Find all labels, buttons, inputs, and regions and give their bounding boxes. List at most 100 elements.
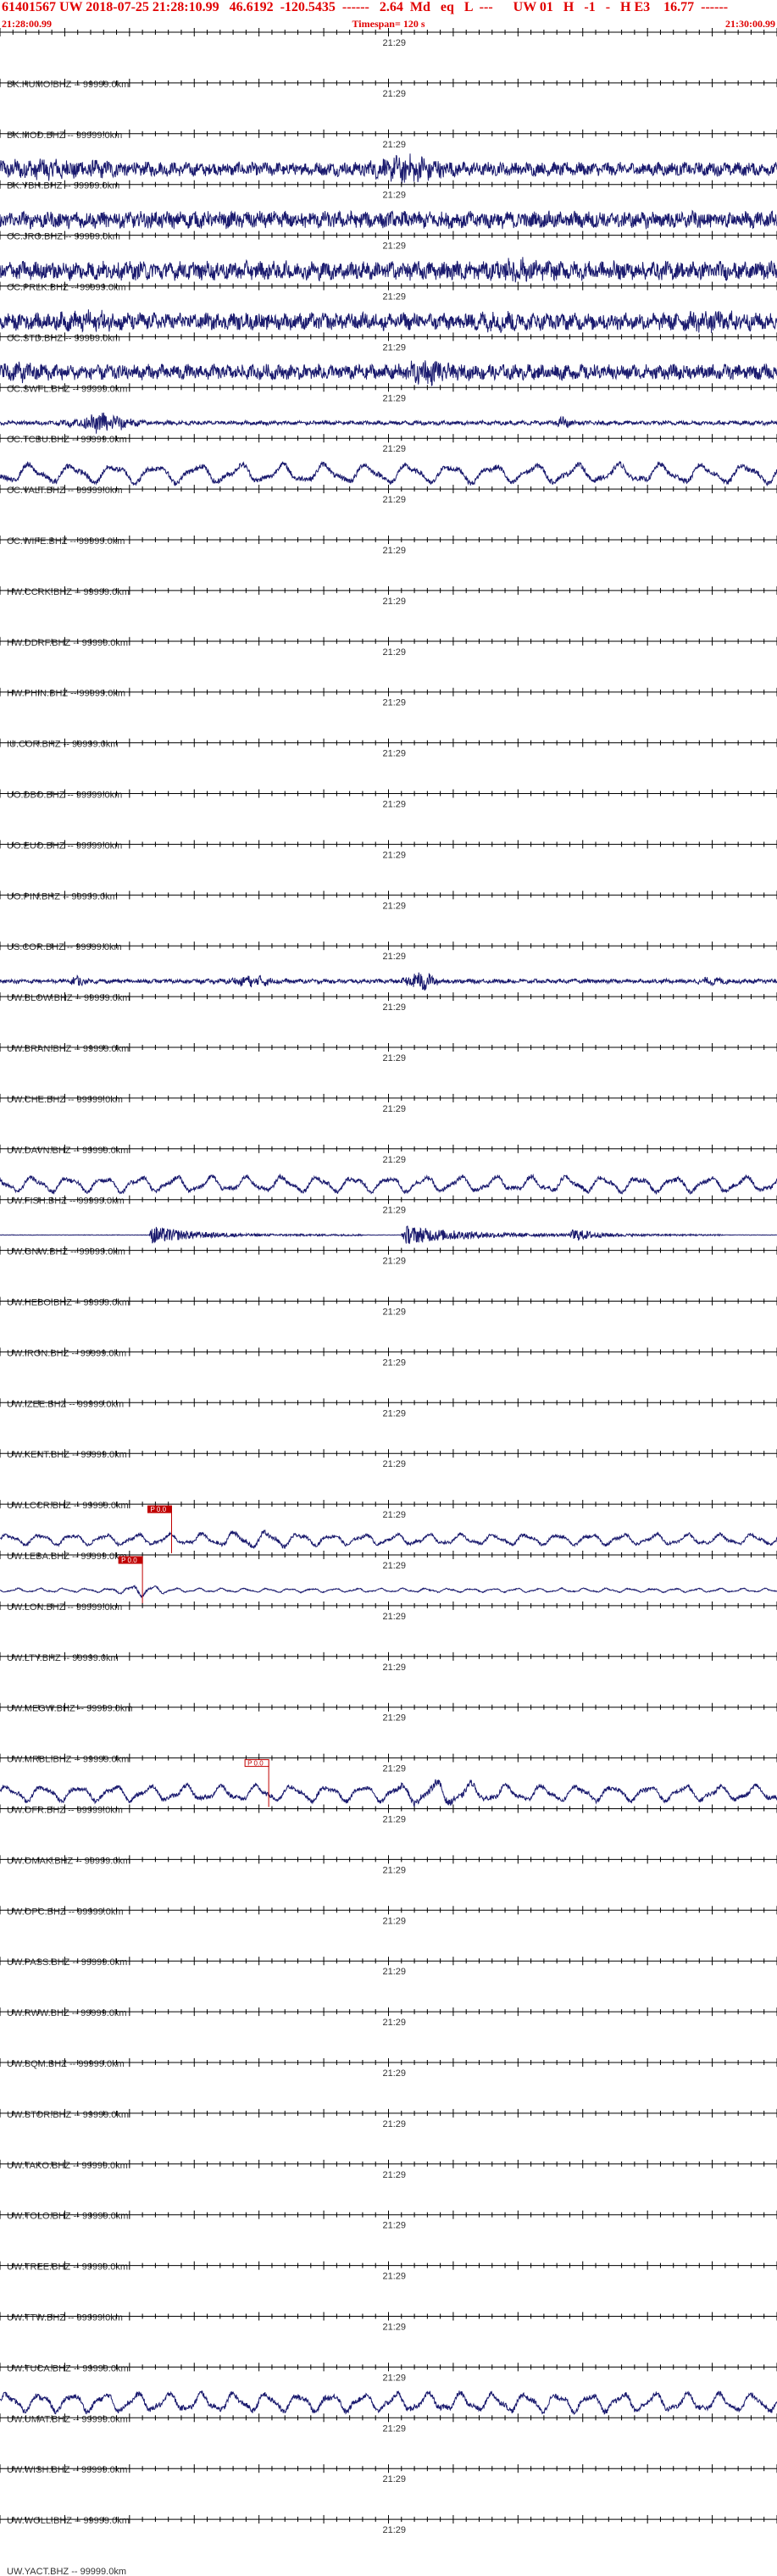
station-label: CC.PRLK.BHZ -- 99999.0km: [7, 283, 126, 293]
tick-label: 21:29: [383, 1002, 407, 1013]
station-label: UW.STOR.BHZ -- 99999.0km: [7, 2110, 129, 2120]
tick-label: 21:29: [383, 495, 407, 505]
station-label: UW.PASS.BHZ -- 99999.0km: [7, 1957, 127, 1968]
waveform-trace: [0, 1225, 777, 1245]
station-label: CC.WIFE.BHZ -- 99999.0km: [7, 536, 125, 547]
tick-label: 21:29: [383, 38, 407, 48]
tick-label: 21:29: [383, 2119, 407, 2129]
waveform-trace: [0, 257, 777, 283]
waveform-trace: [0, 1529, 777, 1549]
station-label: UW.FISH.BHZ -- 99999.0km: [7, 1196, 125, 1207]
tick-label: 21:29: [383, 1713, 407, 1724]
waveform-trace: [0, 1173, 777, 1195]
station-label: UW.BRAN.BHZ -- 99999.0km: [7, 1044, 129, 1054]
station-label: UW.HEBO.BHZ -- 99999.0km: [7, 1298, 130, 1308]
tick-label: 21:29: [383, 952, 407, 962]
tick-label: 21:29: [383, 191, 407, 201]
station-label: UW.WISH.BHZ -- 99999.0km: [7, 2465, 127, 2475]
tick-label: 21:29: [383, 1967, 407, 1977]
station-label: IU.COR.BHZ -- 99999.0km: [7, 740, 118, 750]
station-label: BK.YBH.BHZ -- 99999.0km: [7, 181, 119, 192]
tick-label: 21:29: [383, 393, 407, 403]
tick-label: 21:29: [383, 292, 407, 303]
tick-label: 21:29: [383, 2221, 407, 2231]
station-label: CC.SWFL.BHZ -- 99999.0km: [7, 384, 127, 394]
tick-label: 21:29: [383, 1053, 407, 1063]
station-label: UW.MRBL.BHZ -- 99999.0km: [7, 1755, 129, 1765]
waveform-trace: [0, 360, 777, 387]
tick-label: 21:29: [383, 1865, 407, 1875]
tick-label: 21:29: [383, 444, 407, 454]
tick-label: 21:29: [383, 2525, 407, 2535]
station-label: UW.TUCA.BHZ -- 99999.0km: [7, 2363, 129, 2373]
tick-label: 21:29: [383, 1916, 407, 1926]
tick-label: 21:29: [383, 1357, 407, 1368]
tick-label: 21:29: [383, 749, 407, 759]
tick-label: 21:29: [383, 1815, 407, 1825]
tick-label: 21:29: [383, 1307, 407, 1318]
tick-label: 21:29: [383, 2018, 407, 2028]
tick-label: 21:29: [383, 698, 407, 708]
station-label: CC.TCBU.BHZ -- 99999.0km: [7, 435, 127, 445]
waveform-trace: [0, 460, 777, 487]
tick-label: 21:29: [383, 342, 407, 353]
station-label: UW.IZEE.BHZ -- 99999.0km: [7, 1399, 124, 1409]
tick-label: 21:29: [383, 901, 407, 911]
station-label: HW.PHIN.BHZ -- 99999.0km: [7, 689, 125, 699]
tick-label: 21:29: [383, 2474, 407, 2484]
station-label: HW.CCRK.BHZ -- 99999.0km: [7, 587, 130, 597]
tick-label: 21:29: [383, 140, 407, 150]
waveform-trace: [0, 153, 777, 184]
tick-label: 21:29: [383, 2373, 407, 2383]
station-label: UW.WOLL.BHZ -- 99999.0km: [7, 2516, 130, 2526]
waveform-trace: [0, 309, 777, 333]
station-label: UW.TREE.BHZ -- 99999.0km: [7, 2262, 128, 2273]
tick-label: 21:29: [383, 1459, 407, 1469]
tick-label: 21:29: [383, 1408, 407, 1418]
station-label: UO.PIN.BHZ -- 99999.0km: [7, 891, 118, 902]
station-label: UW.TAKO.BHZ -- 99999.0km: [7, 2161, 128, 2171]
station-label: UW.TOLO.BHZ -- 99999.0km: [7, 2212, 128, 2222]
station-label: US.COR.BHZ -- 99999.0km: [7, 942, 122, 952]
tick-label: 21:29: [383, 242, 407, 252]
station-label: UW.RWW.BHZ -- 99999.0km: [7, 2008, 127, 2018]
tick-label: 21:29: [383, 1206, 407, 1216]
tick-label: 21:29: [383, 1612, 407, 1622]
tick-label: 21:29: [383, 1510, 407, 1520]
station-label: UW.OMAK.BHZ -- 99999.0km: [7, 1856, 130, 1866]
tick-label: 21:29: [383, 2423, 407, 2434]
tick-label: 21:29: [383, 2323, 407, 2333]
station-label: UW.LEBA.BHZ -- 99999.0km: [7, 1552, 127, 1562]
tick-label: 21:29: [383, 597, 407, 607]
tick-label: 21:29: [383, 1104, 407, 1114]
phase-pick-label: P 0.0: [121, 1557, 137, 1564]
tick-label: 21:29: [383, 2170, 407, 2180]
phase-pick-label: P 0.0: [247, 1760, 264, 1768]
waveform-trace: [0, 2390, 777, 2415]
tick-label: 21:29: [383, 1561, 407, 1571]
tick-label: 21:29: [383, 2068, 407, 2079]
station-label: BK.HUMO.BHZ -- 99999.0km: [7, 80, 129, 90]
station-label: UW.YACT.BHZ -- 99999.0km: [7, 2567, 126, 2576]
tick-label: 21:29: [383, 800, 407, 810]
tick-label: 21:29: [383, 546, 407, 556]
station-label: UW.UMAT.BHZ -- 99999.0km: [7, 2414, 128, 2424]
tick-label: 21:29: [383, 1764, 407, 1774]
station-label: UW.LCCR.BHZ -- 99999.0km: [7, 1501, 129, 1511]
tick-label: 21:29: [383, 647, 407, 658]
station-label: UW.GNW.BHZ -- 99999.0km: [7, 1247, 125, 1257]
tick-label: 21:29: [383, 850, 407, 860]
tick-label: 21:29: [383, 89, 407, 99]
seismogram-plot: 21:29BK.HUMO.BHZ -- 99999.0km21:29BK.MOD…: [0, 28, 777, 2576]
tick-label: 21:29: [383, 1257, 407, 1267]
tick-label: 21:29: [383, 1663, 407, 1673]
station-label: UW.IRON.BHZ -- 99999.0km: [7, 1348, 126, 1358]
tick-label: 21:29: [383, 2272, 407, 2282]
station-label: HW.DDRF.BHZ -- 99999.0km: [7, 638, 128, 648]
station-label: UW.DAVN.BHZ -- 99999.0km: [7, 1146, 128, 1156]
station-label: UW.SQM.BHZ -- 99999.0km: [7, 2059, 125, 2069]
waveform-trace: [0, 1779, 777, 1807]
phase-pick-label: P 0.0: [151, 1506, 167, 1513]
station-label: UW.LTY.BHZ -- 99999.0km: [7, 1653, 119, 1663]
station-label: UW.KENT.BHZ -- 99999.0km: [7, 1450, 127, 1460]
